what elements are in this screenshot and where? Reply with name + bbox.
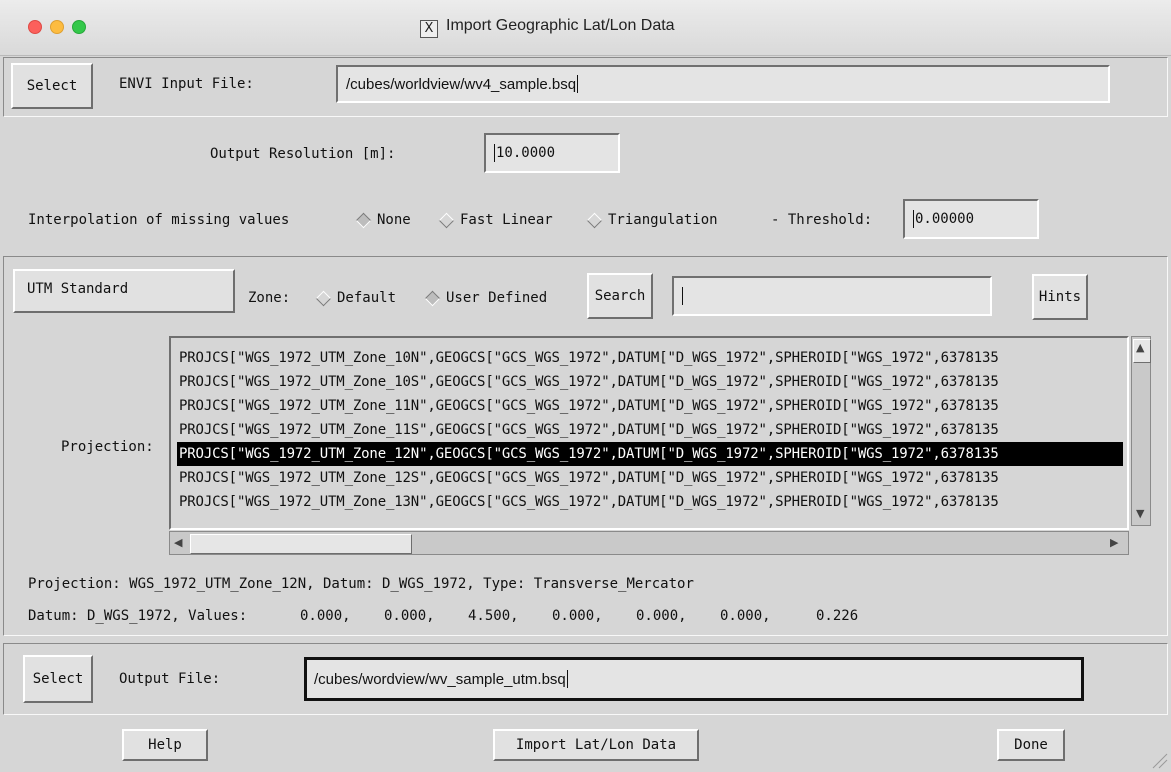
datum-value: 4.500, xyxy=(468,608,519,624)
output-file-label: Output File: xyxy=(119,671,221,687)
radio-none-label: None xyxy=(377,212,411,228)
threshold-field[interactable]: 0.00000 xyxy=(903,199,1039,239)
resolution-field[interactable]: 10.0000 xyxy=(484,133,620,173)
help-button[interactable]: Help xyxy=(122,729,208,761)
input-file-field[interactable]: /cubes/worldview/wv4_sample.bsq xyxy=(336,65,1110,103)
radio-triangulation[interactable]: Triangulation xyxy=(586,212,718,228)
radio-unselected-icon xyxy=(438,212,455,228)
interpolation-label: Interpolation of missing values xyxy=(28,212,290,228)
output-file-value: /cubes/wordview/wv_sample_utm.bsq xyxy=(314,670,566,688)
radio-zone-default[interactable]: Default xyxy=(315,290,397,306)
list-item[interactable]: PROJCS["WGS_1972_UTM_Zone_10S",GEOGCS["G… xyxy=(179,370,1123,394)
output-select-button[interactable]: Select xyxy=(23,655,93,703)
input-file-label: ENVI Input File: xyxy=(119,76,254,92)
projection-list[interactable]: PROJCS["WGS_1972_UTM_Zone_10N",GEOGCS["G… xyxy=(169,336,1129,530)
radio-zone-default-label: Default xyxy=(337,290,397,306)
zoom-window-button[interactable] xyxy=(72,20,86,34)
scroll-down-arrow-icon[interactable]: ▼ xyxy=(1136,507,1144,520)
radio-none[interactable]: None xyxy=(355,212,411,228)
radio-unselected-icon xyxy=(586,212,603,228)
radio-selected-icon xyxy=(424,290,441,306)
radio-triangulation-label: Triangulation xyxy=(608,212,718,228)
x11-icon: X xyxy=(420,20,438,38)
scroll-up-arrow-icon[interactable]: ▲ xyxy=(1136,341,1144,354)
text-caret xyxy=(566,670,568,688)
hints-button[interactable]: Hints xyxy=(1032,274,1088,320)
horizontal-scrollbar[interactable]: ◀ ▶ xyxy=(169,531,1129,555)
projection-type-button[interactable]: UTM Standard xyxy=(13,269,235,313)
datum-value: 0.000, xyxy=(636,608,687,624)
input-select-button[interactable]: Select xyxy=(11,63,93,109)
threshold-value: 0.00000 xyxy=(915,211,975,227)
input-file-value: /cubes/worldview/wv4_sample.bsq xyxy=(346,75,577,93)
output-file-field[interactable]: /cubes/wordview/wv_sample_utm.bsq xyxy=(304,657,1084,701)
search-input[interactable] xyxy=(672,276,992,316)
datum-label: Datum: D_WGS_1972, Values: xyxy=(28,608,248,624)
resize-grip-icon[interactable] xyxy=(1150,751,1168,769)
scroll-left-arrow-icon[interactable]: ◀ xyxy=(174,536,182,549)
horizontal-scroll-thumb[interactable] xyxy=(190,534,412,554)
text-caret xyxy=(913,210,914,228)
radio-fast-linear[interactable]: Fast Linear xyxy=(438,212,553,228)
datum-value: 0.000, xyxy=(720,608,771,624)
datum-value: 0.226 xyxy=(816,608,859,624)
list-item[interactable]: PROJCS["WGS_1972_UTM_Zone_13N",GEOGCS["G… xyxy=(179,490,1123,514)
projection-info: Projection: WGS_1972_UTM_Zone_12N, Datum… xyxy=(28,576,694,592)
datum-value: 0.000, xyxy=(300,608,351,624)
text-caret xyxy=(494,144,495,162)
import-button[interactable]: Import Lat/Lon Data xyxy=(493,729,699,761)
datum-value: 0.000, xyxy=(384,608,435,624)
done-button[interactable]: Done xyxy=(997,729,1065,761)
window-title: X Import Geographic Lat/Lon Data xyxy=(420,17,675,38)
projection-label: Projection: xyxy=(61,439,154,455)
datum-value: 0.000, xyxy=(552,608,603,624)
window-title-text: Import Geographic Lat/Lon Data xyxy=(446,17,675,34)
text-caret xyxy=(682,287,683,305)
search-button[interactable]: Search xyxy=(587,273,653,319)
radio-zone-user-defined-label: User Defined xyxy=(446,290,548,306)
text-caret xyxy=(577,75,579,93)
radio-selected-icon xyxy=(355,212,372,228)
list-item-selected[interactable]: PROJCS["WGS_1972_UTM_Zone_12N",GEOGCS["G… xyxy=(177,442,1123,466)
list-item[interactable]: PROJCS["WGS_1972_UTM_Zone_12S",GEOGCS["G… xyxy=(179,466,1123,490)
close-window-button[interactable] xyxy=(28,20,42,34)
list-item[interactable]: PROJCS["WGS_1972_UTM_Zone_11N",GEOGCS["G… xyxy=(179,394,1123,418)
vertical-scrollbar[interactable]: ▲ ▼ xyxy=(1131,336,1151,526)
zone-label: Zone: xyxy=(248,290,291,306)
threshold-label: - Threshold: xyxy=(771,212,873,228)
minimize-window-button[interactable] xyxy=(50,20,64,34)
list-item[interactable]: PROJCS["WGS_1972_UTM_Zone_10N",GEOGCS["G… xyxy=(179,346,1123,370)
scroll-right-arrow-icon[interactable]: ▶ xyxy=(1110,536,1118,549)
list-item[interactable]: PROJCS["WGS_1972_UTM_Zone_11S",GEOGCS["G… xyxy=(179,418,1123,442)
radio-zone-user-defined[interactable]: User Defined xyxy=(424,290,548,306)
radio-unselected-icon xyxy=(315,290,332,306)
resolution-value: 10.0000 xyxy=(496,145,556,161)
resolution-label: Output Resolution [m]: xyxy=(210,146,396,162)
radio-fast-linear-label: Fast Linear xyxy=(460,212,553,228)
title-bar: X Import Geographic Lat/Lon Data xyxy=(0,0,1171,56)
